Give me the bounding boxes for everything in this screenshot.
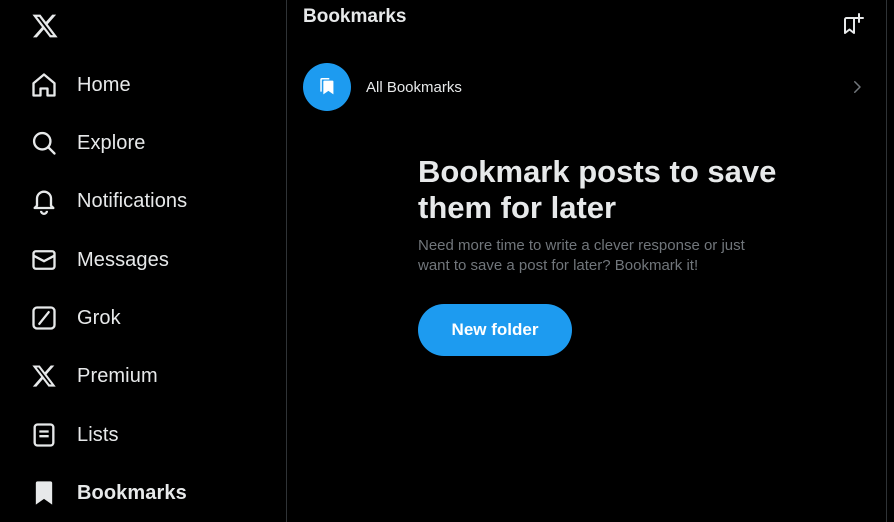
folder-all-bookmarks[interactable]: All Bookmarks xyxy=(287,60,886,114)
envelope-icon xyxy=(29,245,59,275)
sidebar-item-bookmarks[interactable]: Bookmarks xyxy=(29,473,187,513)
bell-icon xyxy=(29,186,59,216)
sidebar: Home Explore Notifications Messages Grok… xyxy=(0,0,286,522)
empty-state: Bookmark posts to save them for later Ne… xyxy=(418,154,778,356)
bookmarks-icon xyxy=(303,63,351,111)
sidebar-item-label: Grok xyxy=(77,306,121,329)
x-logo-icon[interactable] xyxy=(31,12,59,40)
x-logo-icon xyxy=(29,361,59,391)
new-folder-button[interactable]: New folder xyxy=(418,304,572,356)
home-icon xyxy=(29,70,59,100)
sidebar-item-label: Lists xyxy=(77,423,119,446)
sidebar-item-label: Premium xyxy=(77,364,158,387)
sidebar-item-label: Notifications xyxy=(77,189,188,212)
sidebar-item-premium[interactable]: Premium xyxy=(29,356,158,396)
empty-state-subtitle: Need more time to write a clever respons… xyxy=(418,237,745,274)
chevron-right-icon xyxy=(848,78,866,96)
empty-state-title: Bookmark posts to save them for later xyxy=(418,154,777,225)
sidebar-item-label: Messages xyxy=(77,248,169,271)
grok-icon xyxy=(29,303,59,333)
sidebar-item-home[interactable]: Home xyxy=(29,65,131,105)
main-column: Bookmarks All Bookmarks Bookmark posts t… xyxy=(287,0,886,522)
sidebar-item-messages[interactable]: Messages xyxy=(29,240,169,280)
list-icon xyxy=(29,420,59,450)
page-title: Bookmarks xyxy=(303,6,407,27)
sidebar-item-lists[interactable]: Lists xyxy=(29,415,119,455)
folder-label: All Bookmarks xyxy=(366,78,462,96)
search-icon xyxy=(29,128,59,158)
new-folder-icon[interactable] xyxy=(839,10,867,38)
main-right-divider xyxy=(886,0,887,522)
bookmark-icon xyxy=(29,478,59,508)
sidebar-item-label: Bookmarks xyxy=(77,481,187,504)
sidebar-item-notifications[interactable]: Notifications xyxy=(29,181,187,221)
sidebar-item-label: Home xyxy=(77,73,131,96)
sidebar-item-explore[interactable]: Explore xyxy=(29,123,146,163)
sidebar-item-grok[interactable]: Grok xyxy=(29,298,121,338)
sidebar-item-label: Explore xyxy=(77,131,146,154)
